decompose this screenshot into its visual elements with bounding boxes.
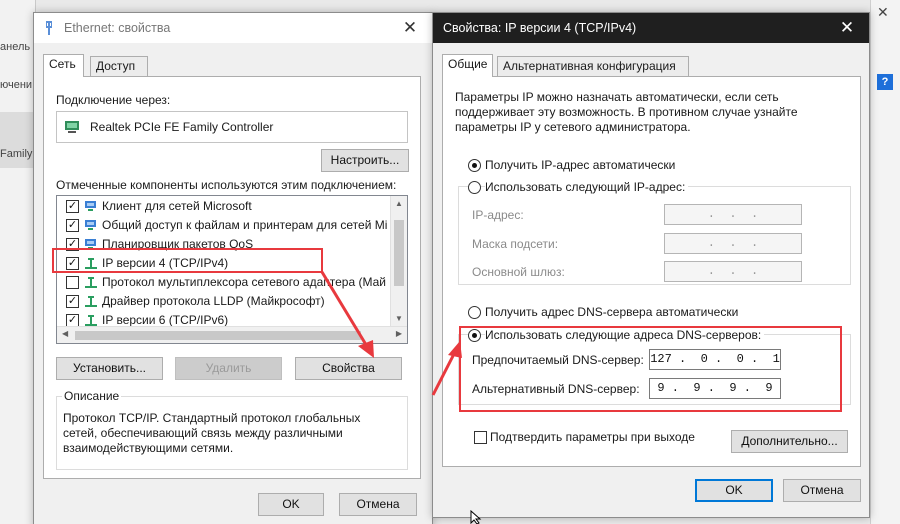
adapter-name: Realtek PCIe FE Family Controller [90, 120, 274, 134]
cancel-button[interactable]: Отмена [783, 479, 861, 502]
properties-button[interactable]: Свойства [295, 357, 402, 380]
tab-sharing[interactable]: Доступ [90, 56, 148, 76]
dns-auto-label[interactable]: Получить адрес DNS-сервера автоматически [485, 305, 738, 319]
background-window-right: ✕ ? [870, 0, 900, 524]
network-tab-panel: Подключение через: Realtek PCIe FE Famil… [43, 76, 421, 479]
default-gateway-field[interactable]: . . . [664, 261, 802, 282]
tab-strip: Общие Альтернативная конфигурация [442, 54, 702, 78]
description-label: Описание [62, 389, 122, 403]
list-item[interactable]: ✓ Общий доступ к файлам и принтерам для … [57, 216, 390, 235]
protocol-icon [85, 277, 97, 288]
component-label: IP версии 6 (TCP/IPv6) [102, 313, 229, 327]
close-icon[interactable]: ✕ [877, 4, 889, 21]
help-icon[interactable]: ? [877, 74, 893, 90]
ethernet-icon [46, 21, 52, 35]
highlight-ipv4-item [52, 248, 323, 273]
component-checkbox[interactable]: ✓ [66, 219, 79, 232]
description-line: сетей, обеспечивающий связь между различ… [63, 426, 343, 440]
ipv4-titlebar[interactable]: Свойства: IP версии 4 (TCP/IPv4) ✕ [433, 13, 869, 43]
ok-button[interactable]: OK [695, 479, 773, 502]
adapter-box: Realtek PCIe FE Family Controller [56, 111, 408, 143]
ipv4-properties-dialog: Свойства: IP версии 4 (TCP/IPv4) ✕ Общие… [432, 12, 870, 518]
scroll-right-icon[interactable]: ▶ [396, 329, 402, 338]
component-checkbox[interactable] [66, 276, 79, 289]
ok-button[interactable]: OK [258, 493, 324, 516]
validate-label[interactable]: Подтвердить параметры при выходе [490, 430, 695, 444]
list-item[interactable]: Протокол мультиплексора сетевого адаптер… [57, 273, 390, 292]
intro-line: Параметры IP можно назначать автоматичес… [455, 90, 779, 104]
install-button[interactable]: Установить... [56, 357, 163, 380]
cancel-button[interactable]: Отмена [339, 493, 417, 516]
component-label: Общий доступ к файлам и принтерам для се… [102, 218, 388, 232]
network-adapter-icon [65, 121, 79, 133]
list-horizontal-scrollbar[interactable]: ◀ ▶ [57, 326, 407, 343]
component-label: Протокол мультиплексора сетевого адаптер… [102, 275, 386, 289]
network-client-icon [85, 220, 96, 230]
description-line: взаимодействующими сетями. [63, 441, 234, 455]
close-icon[interactable]: ✕ [825, 13, 869, 43]
subnet-mask-label: Маска подсети: [472, 237, 559, 251]
protocol-icon [85, 296, 97, 307]
ip-auto-radio[interactable] [468, 159, 481, 172]
scroll-thumb[interactable] [75, 331, 361, 340]
scroll-up-icon[interactable]: ▲ [391, 199, 407, 208]
ip-manual-label[interactable]: Использовать следующий IP-адрес: [485, 180, 689, 194]
ip-manual-radio[interactable] [468, 181, 481, 194]
connect-via-label: Подключение через: [56, 93, 171, 107]
tab-strip: Сеть Доступ [43, 54, 243, 78]
close-icon[interactable]: ✕ [388, 13, 432, 43]
description-line: Протокол TCP/IP. Стандартный протокол гл… [63, 411, 361, 425]
scroll-down-icon[interactable]: ▼ [391, 314, 407, 323]
mouse-cursor-icon [470, 510, 482, 524]
network-client-icon [85, 201, 96, 211]
ip-auto-label[interactable]: Получить IP-адрес автоматически [485, 158, 675, 172]
intro-line: параметры IP у сетевого администратора. [455, 120, 691, 134]
advanced-button[interactable]: Дополнительно... [731, 430, 848, 453]
highlight-dns-settings [459, 326, 842, 412]
background-text: анель [0, 41, 31, 53]
ip-address-field[interactable]: . . . [664, 204, 802, 225]
component-label: Драйвер протокола LLDP (Майкрософт) [102, 294, 325, 308]
list-item[interactable]: ✓ Драйвер протокола LLDP (Майкрософт) [57, 292, 390, 311]
list-vertical-scrollbar[interactable]: ▲ ▼ [390, 196, 407, 326]
tab-general[interactable]: Общие [442, 54, 493, 77]
remove-button[interactable]: Удалить [175, 357, 282, 380]
dialog-title: Ethernet: свойства [64, 21, 171, 35]
background-window-left: анель ючени Family [0, 0, 36, 524]
configure-button[interactable]: Настроить... [321, 149, 409, 172]
ip-address-label: IP-адрес: [472, 208, 524, 222]
components-label: Отмеченные компоненты используются этим … [56, 178, 397, 192]
validate-checkbox[interactable] [474, 431, 487, 444]
scroll-thumb[interactable] [394, 220, 404, 286]
intro-line: поддерживает эту возможность. В противно… [455, 105, 798, 119]
scroll-left-icon[interactable]: ◀ [62, 329, 68, 338]
list-item[interactable]: ✓ Клиент для сетей Microsoft [57, 197, 390, 216]
tab-network[interactable]: Сеть [43, 54, 84, 77]
subnet-mask-field[interactable]: . . . [664, 233, 802, 254]
dns-auto-radio[interactable] [468, 306, 481, 319]
component-checkbox[interactable]: ✓ [66, 295, 79, 308]
component-checkbox[interactable]: ✓ [66, 200, 79, 213]
component-label: Клиент для сетей Microsoft [102, 199, 252, 213]
description-group: Описание Протокол TCP/IP. Стандартный пр… [56, 389, 408, 470]
ethernet-titlebar[interactable]: Ethernet: свойства ✕ [34, 13, 432, 43]
background-text: ючени [0, 79, 33, 91]
tab-alternate-config[interactable]: Альтернативная конфигурация [497, 56, 689, 76]
default-gateway-label: Основной шлюз: [472, 265, 565, 279]
background-text: Family [0, 148, 33, 160]
dialog-title: Свойства: IP версии 4 (TCP/IPv4) [443, 21, 637, 35]
